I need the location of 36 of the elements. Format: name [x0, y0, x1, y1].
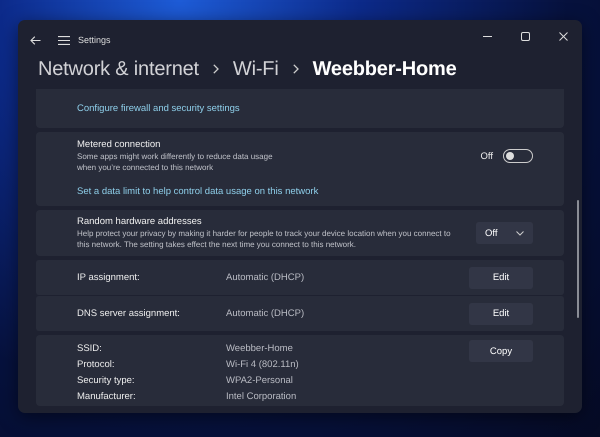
menu-icon[interactable] [58, 36, 70, 44]
property-value: Wi-Fi 4 (802.11n) [226, 358, 300, 370]
property-label: DNS server assignment: [77, 308, 181, 319]
window-title: Settings [78, 35, 111, 45]
property-label: Security type: [77, 374, 136, 386]
caret-icon [516, 230, 524, 236]
setting-title: Metered connection [77, 139, 162, 150]
property-value: Automatic (DHCP) [226, 272, 306, 283]
property-value: Weebber-Home [226, 342, 294, 354]
property-value: Intel Corporation [226, 390, 298, 402]
copy-button[interactable]: Copy [469, 340, 533, 362]
setting-description: Help protect your privacy by making it harder for people to track your device location when you connect to this network. The setting takes effect the next time you connect to this network. [77, 228, 452, 250]
scrollbar[interactable] [577, 200, 579, 318]
back-icon[interactable] [30, 36, 41, 44]
toggle-state-label: Off [480, 150, 493, 162]
property-label: IP assignment: [77, 272, 141, 283]
data-limit-link[interactable]: Set a data limit to help control data usage on this network [77, 186, 318, 197]
property-label: Protocol: [77, 358, 116, 370]
maximize-icon[interactable] [520, 32, 530, 40]
breadcrumb-link[interactable]: Network & internet [38, 58, 199, 80]
setting-description: Some apps might work differently to reduce data usage when you’re connected to this network [77, 151, 274, 173]
chevron-icon [212, 64, 219, 74]
close-icon[interactable] [558, 32, 568, 40]
toggle-switch[interactable] [503, 149, 533, 163]
page-title: Weebber-Home [312, 58, 457, 80]
firewall-link[interactable]: Configure firewall and security settings [77, 103, 240, 114]
property-value: WPA2-Personal [226, 374, 294, 386]
edit-button[interactable]: Edit [469, 302, 533, 324]
chevron-icon [292, 64, 299, 74]
dropdown[interactable]: Off [476, 222, 533, 244]
property-label: SSID: [77, 342, 103, 354]
breadcrumb-link[interactable]: Wi-Fi [232, 58, 279, 80]
edit-button[interactable]: Edit [469, 266, 533, 288]
property-value: Automatic (DHCP) [226, 308, 306, 319]
property-label: Manufacturer: [77, 390, 137, 402]
setting-title: Random hardware addresses [77, 216, 203, 227]
